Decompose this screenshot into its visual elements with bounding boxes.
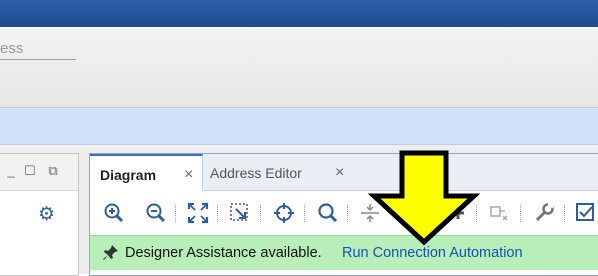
validate-icon[interactable]: [574, 201, 598, 225]
zoom-selection-icon[interactable]: [228, 201, 252, 225]
tab-diagram[interactable]: Diagram ×: [90, 154, 203, 192]
float-icon[interactable]: ⧉: [46, 164, 60, 178]
tab-address-editor[interactable]: Address Editor ×: [202, 154, 352, 190]
assistance-message: Designer Assistance available.: [125, 245, 322, 261]
toolbar-separator: [564, 205, 566, 222]
search-input[interactable]: [0, 37, 76, 60]
port-icon[interactable]: [488, 201, 512, 225]
arrow-down-icon: [368, 150, 480, 246]
zoom-out-icon[interactable]: [144, 201, 168, 225]
tab-address-editor-label: Address Editor: [210, 165, 302, 181]
tab-bar: Diagram × Address Editor ×: [90, 154, 598, 192]
toolbar-separator: [304, 205, 306, 222]
toolbar-separator: [260, 205, 262, 222]
gear-icon[interactable]: ⚙: [38, 205, 55, 225]
wrench-icon[interactable]: [532, 201, 556, 225]
left-panel: _ ☐ ⧉ ⚙: [0, 153, 79, 276]
center-target-icon[interactable]: [272, 201, 296, 225]
info-strip: [0, 108, 598, 145]
tab-diagram-label: Diagram: [100, 167, 157, 183]
pin-icon: [103, 245, 118, 260]
toolbar-separator: [217, 205, 219, 222]
close-icon[interactable]: ×: [335, 165, 344, 181]
designer-assistance-bar: Designer Assistance available. Run Conne…: [90, 235, 598, 270]
minimize-icon[interactable]: _: [4, 164, 18, 178]
title-bar: [0, 0, 598, 27]
toolbar-separator: [520, 205, 522, 222]
search-icon[interactable]: [316, 201, 340, 225]
zoom-in-icon[interactable]: [102, 201, 126, 225]
maximize-icon[interactable]: ☐: [23, 164, 37, 178]
fit-view-icon[interactable]: [186, 201, 210, 225]
toolbar-separator: [347, 205, 349, 222]
diagram-toolbar: [90, 191, 598, 235]
left-panel-header: _ ☐ ⧉: [0, 154, 78, 191]
run-connection-automation-link[interactable]: Run Connection Automation: [342, 245, 523, 261]
toolbar-separator: [175, 205, 177, 222]
diagram-panel: Diagram × Address Editor × Designer Assi…: [89, 153, 598, 276]
main-toolbar-area: [0, 29, 598, 108]
close-icon[interactable]: ×: [184, 167, 193, 183]
